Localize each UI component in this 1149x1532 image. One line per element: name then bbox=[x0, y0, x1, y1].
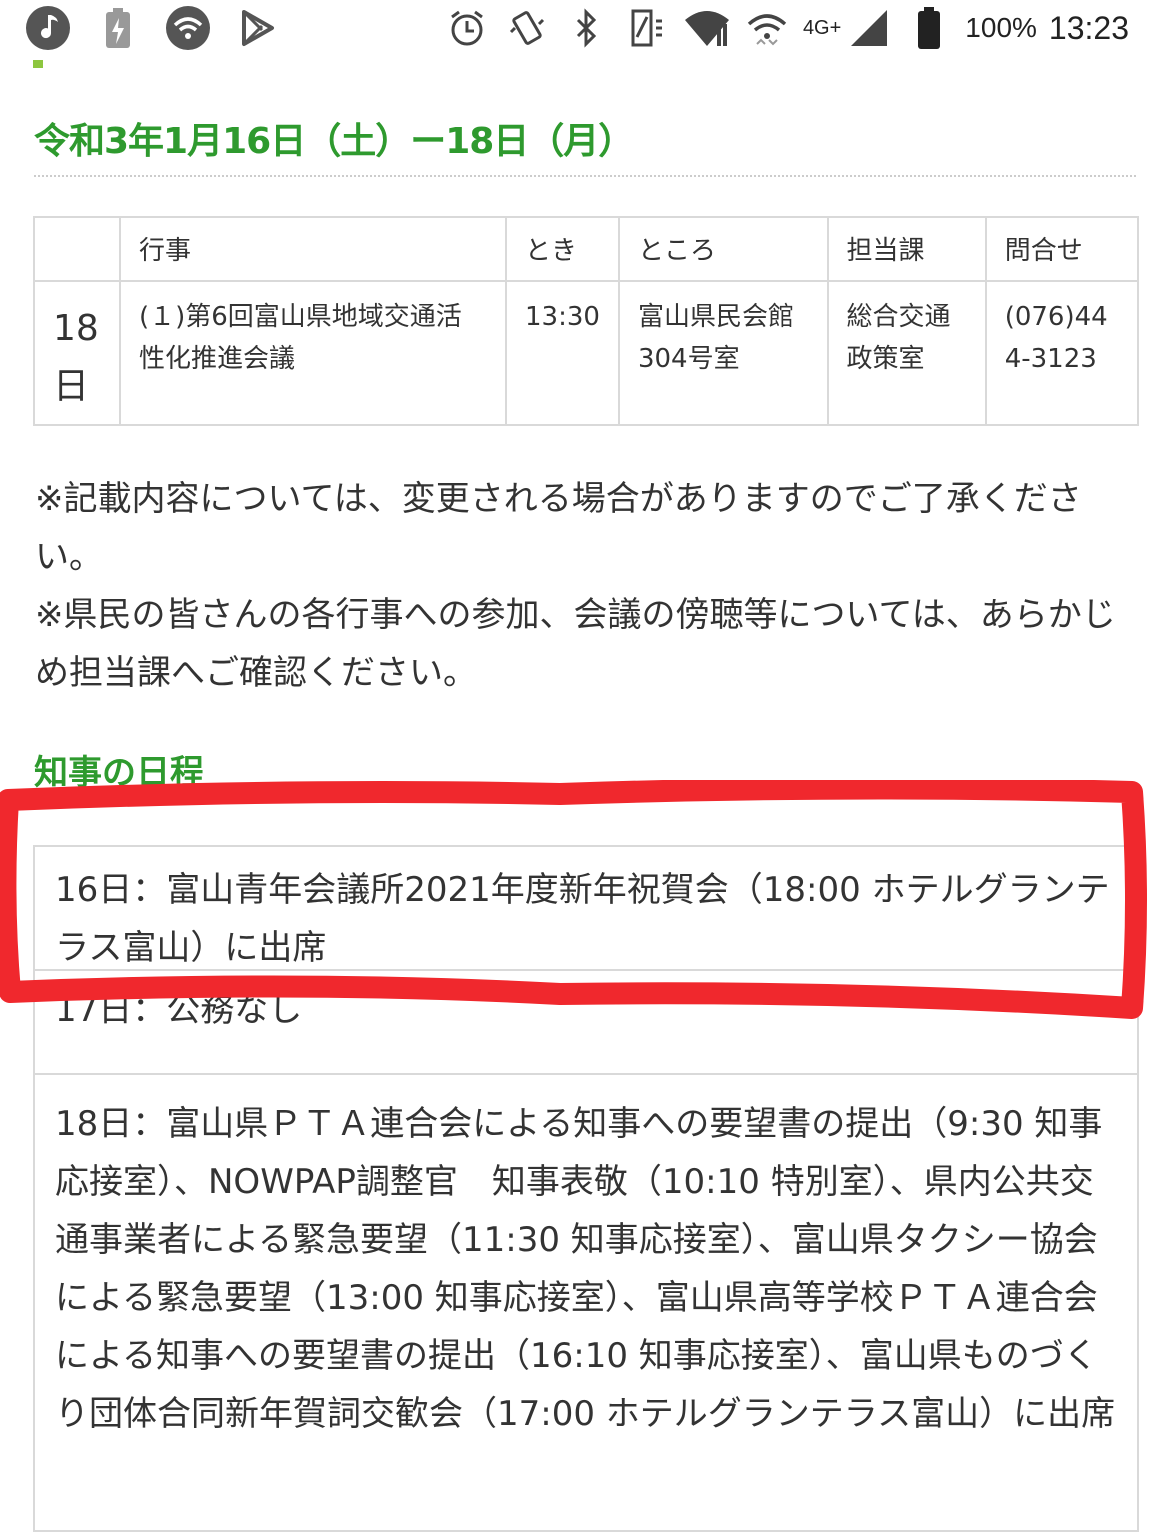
vibrate-icon bbox=[503, 4, 551, 52]
wifi-icon bbox=[683, 4, 731, 52]
network-type: 4G+ bbox=[802, 16, 842, 39]
header-day bbox=[33, 216, 121, 282]
battery-percent: 100% bbox=[965, 12, 1037, 43]
play-store-icon bbox=[234, 4, 282, 52]
table-header-row: 行事 とき ところ 担当課 問合せ bbox=[33, 216, 1140, 282]
header-event: 行事 bbox=[118, 216, 508, 282]
header-department: 担当課 bbox=[826, 216, 987, 282]
alarm-icon bbox=[443, 4, 491, 52]
schedule-item-17: 17日：公務なし bbox=[33, 971, 1139, 1075]
battery-saver-icon bbox=[94, 4, 142, 52]
governor-schedule: 16日：富山青年会議所2021年度新年祝賀会（18:00 ホテルグランテラス富山… bbox=[33, 845, 1139, 1532]
bullet-marker bbox=[33, 60, 43, 68]
schedule-item-16: 16日：富山青年会議所2021年度新年祝賀会（18:00 ホテルグランテラス富山… bbox=[33, 845, 1139, 971]
heading-divider bbox=[34, 175, 1136, 177]
header-time: とき bbox=[505, 216, 620, 282]
wifi-circle-icon bbox=[164, 4, 212, 52]
note-change: ※記載内容については、変更される場合がありますのでご了承ください。 bbox=[35, 479, 1082, 577]
header-contact: 問合せ bbox=[984, 216, 1140, 282]
cell-day: 18日 bbox=[33, 280, 121, 426]
clock: 13:23 bbox=[1048, 9, 1129, 46]
header-place: ところ bbox=[617, 216, 829, 282]
music-icon bbox=[24, 4, 72, 52]
cell-event: (１)第6回富山県地域交通活性化推進会議 bbox=[118, 280, 508, 426]
page-title: 令和3年1月16日（土）ー18日（月） bbox=[34, 121, 634, 162]
battery-icon bbox=[905, 4, 953, 52]
bluetooth-icon bbox=[563, 4, 611, 52]
notes: ※記載内容については、変更される場合がありますのでご了承ください。 ※県民の皆さ… bbox=[35, 470, 1135, 702]
cell-department: 総合交通政策室 bbox=[826, 280, 987, 426]
section-heading-governor: 知事の日程 bbox=[34, 753, 204, 793]
note-participation: ※県民の皆さんの各行事への参加、会議の傍聴等については、あらかじめ担当課へご確認… bbox=[35, 595, 1116, 693]
table-row: 18日 (１)第6回富山県地域交通活性化推進会議 13:30 富山県民会館304… bbox=[33, 280, 1140, 426]
status-bar: 4G+ 100% 13:23 bbox=[0, 0, 1149, 56]
wifi-calling-icon bbox=[743, 4, 791, 52]
signal-icon bbox=[845, 4, 893, 52]
schedule-item-18: 18日：富山県ＰＴＡ連合会による知事への要望書の提出（9:30 知事応接室）、N… bbox=[33, 1075, 1139, 1532]
cell-contact: (076)444-3123 bbox=[984, 280, 1140, 426]
cell-place: 富山県民会館304号室 bbox=[617, 280, 829, 426]
events-table: 行事 とき ところ 担当課 問合せ 18日 (１)第6回富山県地域交通活性化推進… bbox=[33, 216, 1140, 426]
cell-time: 13:30 bbox=[505, 280, 620, 426]
nfc-icon bbox=[623, 4, 671, 52]
